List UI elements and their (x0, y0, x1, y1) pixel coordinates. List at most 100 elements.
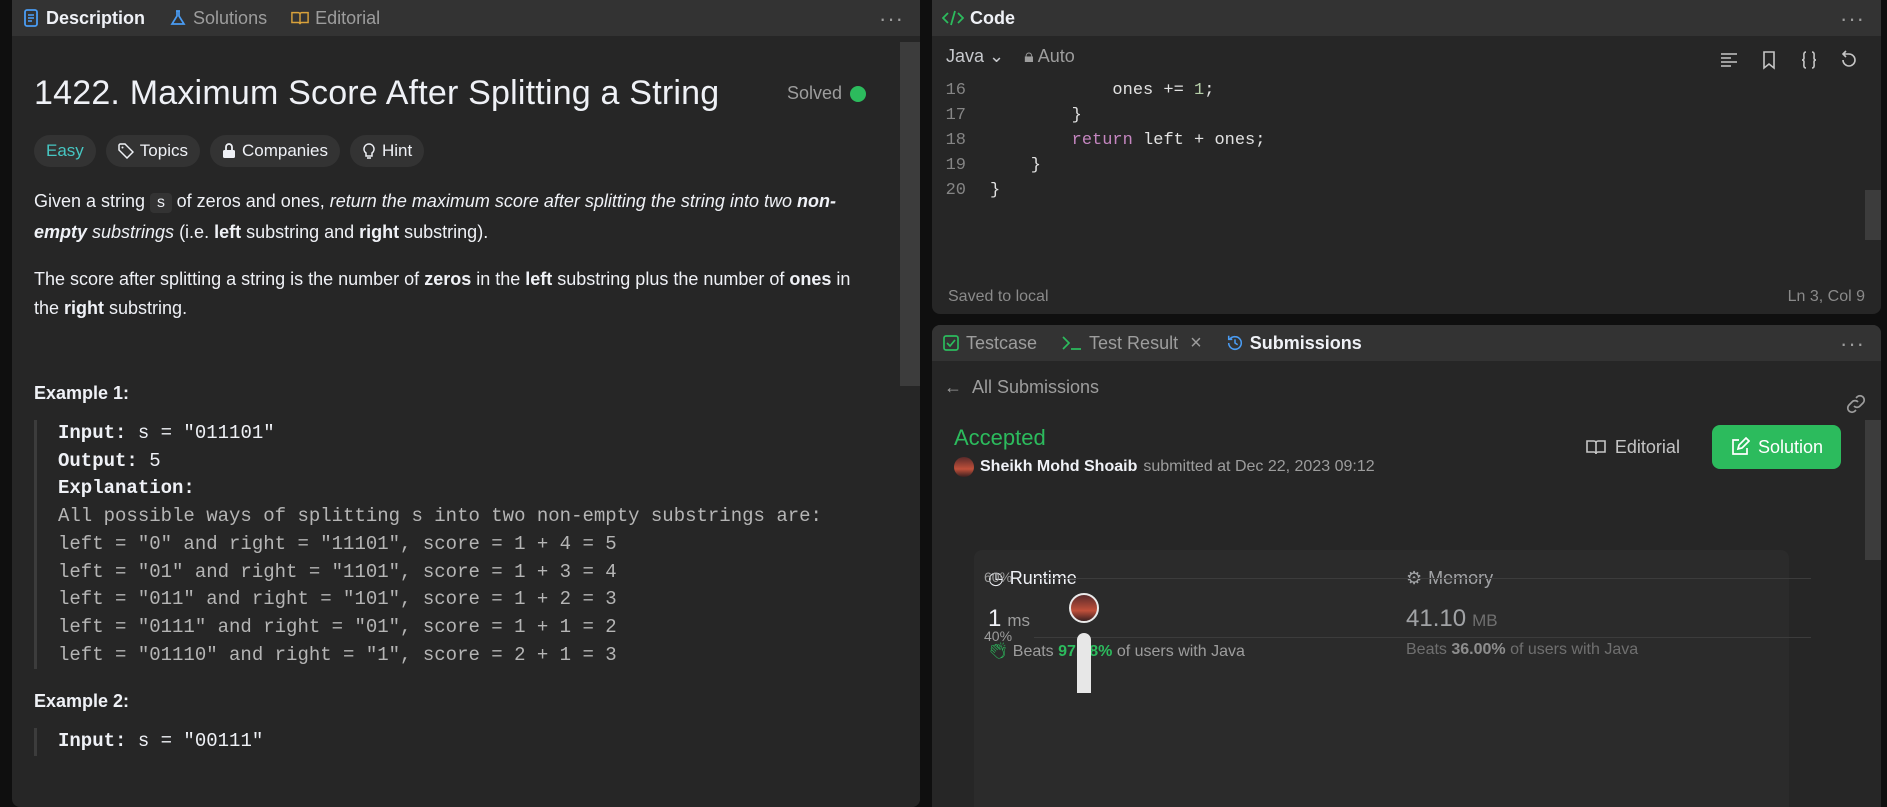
submissions-panel: Testcase Test Result × Submissions ··· ←… (932, 325, 1881, 807)
explanation-label: Explanation: (58, 477, 195, 500)
reset-icon[interactable] (1839, 50, 1859, 70)
code-line: 19 } (945, 156, 1042, 175)
memory-beats: 36.00% (1451, 641, 1506, 658)
code-scrollbar[interactable] (1865, 95, 1881, 250)
result-scrollbar[interactable] (1865, 420, 1881, 807)
explanation-line: All possible ways of splitting s into tw… (58, 505, 822, 528)
companies-tag[interactable]: Companies (209, 135, 340, 167)
memory-stat[interactable]: ⚙︎ Memory 41.10 MB Beats 36.00% of users w… (1406, 568, 1638, 659)
problem-title[interactable]: 1422. Maximum Score After Splitting a St… (34, 74, 719, 113)
input-label: Input: (58, 730, 127, 753)
close-icon[interactable]: × (1190, 332, 1202, 355)
tab-code-label: Code (970, 7, 1015, 28)
language-select[interactable]: Java ⌄ (946, 46, 1004, 67)
solved-badge: Solved (787, 83, 866, 104)
description-panel: Description Solutions Editorial ··· 1422… (12, 0, 920, 807)
braces-icon[interactable] (1799, 50, 1819, 70)
example-2-heading: Example 2: (34, 691, 130, 712)
tab-solutions[interactable]: Solutions (169, 8, 267, 29)
code-line: 18 return left + ones; (945, 131, 1266, 150)
left-tabbar: Description Solutions Editorial ··· (12, 0, 920, 36)
hint-tag[interactable]: Hint (349, 135, 425, 167)
user-avatar-marker[interactable] (1069, 593, 1099, 623)
description-paragraph-2: The score after splitting a string is th… (34, 269, 851, 318)
editorial-button[interactable]: Editorial (1567, 425, 1698, 469)
tab-test-result[interactable]: Test Result × (1061, 332, 1202, 355)
topics-tag[interactable]: Topics (105, 135, 200, 167)
tab-submissions-label: Submissions (1249, 332, 1362, 353)
tab-editorial-label: Editorial (315, 7, 381, 28)
hint-label: Hint (381, 141, 413, 160)
tab-description[interactable]: Description (22, 8, 145, 29)
link-icon[interactable] (1845, 393, 1867, 420)
tab-testcase-label: Testcase (966, 332, 1038, 353)
explanation-line: left = "011" and right = "101", score = … (58, 588, 617, 611)
description-paragraph-1: Given a string s of zeros and ones, retu… (34, 191, 836, 242)
tab-submissions[interactable]: Submissions (1226, 333, 1362, 354)
performance-card: ◷Runtime 1ms 👏︎ Beats 97.78% of users wi… (974, 550, 1789, 807)
tag-icon (118, 143, 134, 159)
format-icon[interactable] (1719, 50, 1739, 70)
distribution-bar[interactable] (1077, 633, 1091, 693)
mode-toggle[interactable]: 🔒︎ Auto (1024, 46, 1075, 67)
bookmark-icon[interactable] (1759, 50, 1779, 70)
inline-code: s (150, 193, 172, 213)
scrollbar-thumb[interactable] (900, 42, 920, 386)
axis-label: 60% (984, 569, 1013, 585)
history-icon (1227, 335, 1242, 351)
topics-label: Topics (139, 141, 188, 160)
solution-button[interactable]: Solution (1711, 425, 1841, 469)
username[interactable]: Sheikh Mohd Shoaib (980, 458, 1137, 476)
saved-status: Saved to local (948, 288, 1049, 305)
flask-icon (170, 10, 186, 25)
code-panel: Code ··· Java ⌄ 🔒︎ Auto 16 ones += 1; 17… (932, 0, 1881, 314)
document-icon (24, 9, 38, 27)
explanation-line: left = "0111" and right = "01", score = … (58, 615, 617, 638)
more-options-icon[interactable]: ··· (1840, 331, 1865, 357)
solved-label: Solved (786, 83, 842, 103)
book-icon (291, 11, 309, 25)
submitted-time: submitted at Dec 22, 2023 09:12 (1143, 458, 1375, 475)
axis-label: 40% (984, 628, 1013, 644)
all-submissions-link[interactable]: ← All Submissions (944, 377, 1881, 398)
difficulty-badge: Easy (34, 135, 96, 167)
tab-editorial[interactable]: Editorial (291, 8, 380, 29)
example-1-block: Input: s = "011101" Output: 5 Explanatio… (34, 420, 870, 670)
cursor-position: Ln 3, Col 9 (1787, 288, 1865, 305)
lightbulb-icon (363, 142, 375, 159)
scrollbar[interactable] (900, 42, 920, 807)
terminal-icon (1062, 336, 1082, 350)
solved-check-icon (850, 85, 866, 102)
explanation-line: left = "0" and right = "11101", score = … (58, 532, 617, 555)
more-options-icon[interactable]: ··· (1840, 6, 1865, 32)
checkbox-icon (943, 335, 959, 351)
tab-description-label: Description (46, 7, 146, 28)
all-submissions-label: All Submissions (972, 377, 1100, 397)
code-line: 17 } (945, 106, 1082, 125)
problem-description: Given a string s of zeros and ones, retu… (34, 187, 870, 323)
example-2-block: Input: s = "00111" (34, 728, 870, 757)
more-options-icon[interactable]: ··· (879, 6, 904, 32)
input-value: s = "011101" (126, 422, 275, 444)
code-editor[interactable]: 16 ones += 1; 17 } 18 return left + ones… (932, 78, 1872, 203)
tab-solutions-label: Solutions (193, 7, 268, 28)
edit-icon (1732, 437, 1750, 455)
input-value: s = "00111" (126, 730, 264, 753)
code-line: 20} (945, 181, 1001, 200)
output-label: Output: (58, 449, 138, 472)
tab-testcase[interactable]: Testcase (942, 333, 1037, 354)
result-tabbar: Testcase Test Result × Submissions ··· (932, 325, 1881, 361)
input-label: Input: (58, 422, 127, 444)
code-icon (942, 10, 964, 26)
tab-code[interactable]: Code (942, 8, 1015, 29)
memory-value: 41.10 (1406, 605, 1467, 632)
explanation-line: left = "01110" and right = "1", score = … (58, 643, 617, 666)
clap-icon: 👏︎ (988, 643, 1009, 660)
avatar[interactable] (954, 457, 974, 477)
code-tabbar: Code ··· (932, 0, 1881, 36)
arrow-left-icon: ← (944, 377, 962, 397)
tab-test-result-label: Test Result (1089, 332, 1179, 353)
explanation-line: left = "01" and right = "1101", score = … (58, 560, 617, 583)
runtime-stat[interactable]: ◷Runtime 1ms 👏︎ Beats 97.78% of users wi… (988, 568, 1245, 661)
companies-label: Companies (241, 141, 328, 160)
